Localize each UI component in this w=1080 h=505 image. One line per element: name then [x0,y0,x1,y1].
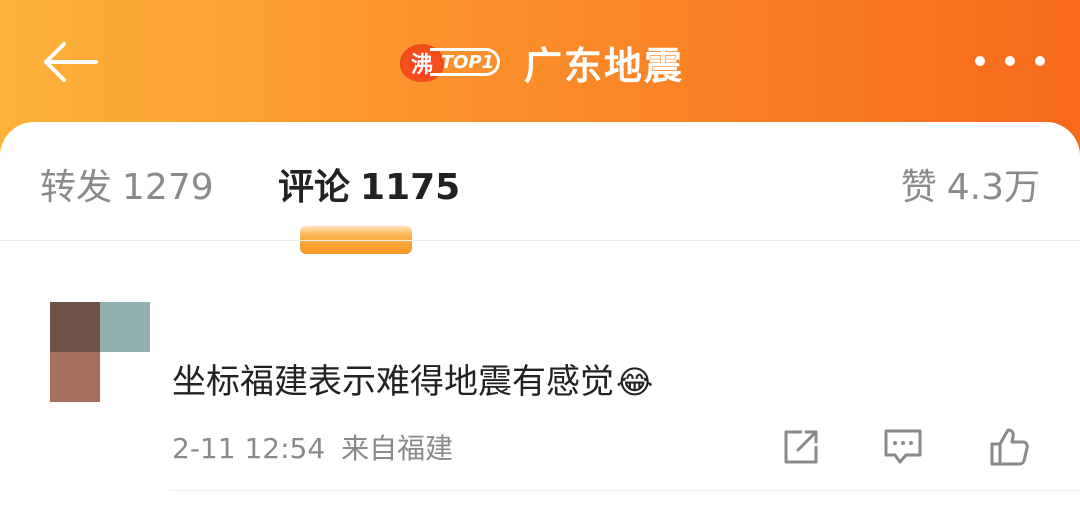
reply-button[interactable] [882,427,924,467]
divider [170,490,1080,491]
tab-repost[interactable]: 转发 1279 [40,158,214,210]
like-button[interactable] [988,427,1030,467]
avatar-pixel [100,352,150,402]
tab-like[interactable]: 赞 4.3万 [901,158,1040,210]
thumbs-up-icon [990,428,1029,466]
share-button[interactable] [780,427,822,467]
comment-time: 2-11 12:54 [172,432,326,465]
tab-comment-label: 评论 [278,167,351,208]
comment-meta: 2-11 12:54 来自福建 [172,427,453,467]
comment-icon [884,429,922,464]
hot-rank-badge: 沸 TOP1 [400,42,504,82]
tab-like-count: 4.3万 [946,167,1040,208]
avatar[interactable] [50,302,150,402]
tab-repost-label: 转发 [40,167,113,208]
comment-actions [780,427,1040,467]
back-button[interactable] [38,38,102,86]
avatar-pixel [50,302,100,352]
avatar-pixel [50,352,100,402]
comment-text: 坐标福建表示难得地震有感觉 [172,362,614,402]
rank-label: TOP1 [430,48,500,76]
comment-body[interactable]: 坐标福建表示难得地震有感觉😂 [172,354,653,403]
tab-comment-count: 1175 [360,167,461,208]
tab-bar: 转发 1279 评论 1175 赞 4.3万 [0,122,1080,254]
more-button[interactable] [975,48,1045,74]
more-dots-icon [975,56,985,66]
more-dots-icon [1005,56,1015,66]
tab-comment[interactable]: 评论 1175 [278,158,460,210]
share-icon [784,430,818,464]
divider [0,240,1080,241]
avatar-pixel [100,302,150,352]
tab-like-label: 赞 [900,167,937,208]
arrow-left-icon [44,42,98,82]
comment-item: 坐标福建表示难得地震有感觉😂 2-11 12:54 来自福建 [0,302,1080,502]
hot-topic-title: 沸 TOP1 广东地震 [400,36,684,88]
page-title: 广东地震 [524,43,685,88]
tab-repost-count: 1279 [122,167,214,208]
laughing-emoji-icon: 😂 [616,363,654,401]
content-panel: 转发 1279 评论 1175 赞 4.3万 坐标福建表示难得地震有感觉😂 2-11 … [0,122,1080,505]
comment-source: 来自福建 [341,432,454,465]
more-dots-icon [1035,56,1045,66]
